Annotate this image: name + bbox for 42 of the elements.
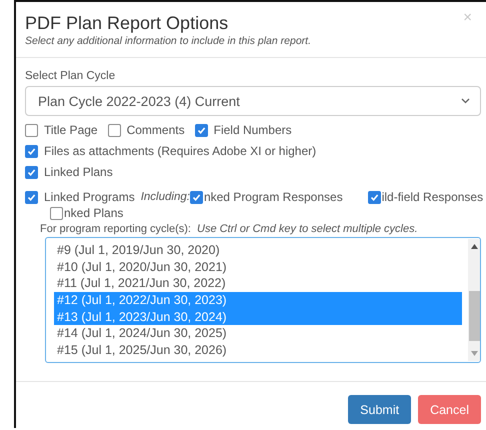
cycle-option[interactable]: #11 (Jul 1, 2021/Jun 30, 2022) <box>54 275 462 292</box>
submit-button[interactable]: Submit <box>348 395 412 424</box>
checkbox-label: Linked Programs <box>44 190 135 204</box>
checkbox[interactable] <box>368 190 381 204</box>
chevron-down-icon <box>461 98 470 104</box>
plan-cycle-select[interactable]: Plan Cycle 2022-2023 (4) Current <box>25 86 481 116</box>
checkbox[interactable] <box>25 144 38 158</box>
scroll-up-icon[interactable] <box>470 244 478 249</box>
checkmark-icon <box>192 192 201 202</box>
checkbox[interactable] <box>190 190 203 204</box>
checkbox[interactable] <box>108 124 121 136</box>
checkmark-icon <box>27 146 36 156</box>
including-note: Including: <box>140 191 190 203</box>
checkbox-label: Title Page <box>44 123 98 137</box>
checkmark-icon <box>27 168 36 176</box>
field-label: Select Plan Cycle <box>25 69 116 83</box>
checkbox-label: Files as attachments (Requires Adobe XI or higher) <box>44 144 316 158</box>
checkbox-label: Linked Plans <box>44 165 113 179</box>
cycles-hint: Use Ctrl or Cmd key to select multiple cycles. <box>197 222 418 236</box>
checkbox[interactable] <box>194 124 208 136</box>
checkbox[interactable] <box>50 206 63 220</box>
cycle-list[interactable] <box>45 237 481 363</box>
checkbox-label: Comments <box>126 123 185 137</box>
cycle-option[interactable]: #14 (Jul 1, 2024/Jun 30, 2025) <box>54 325 462 342</box>
scroll-down-icon[interactable] <box>470 351 478 356</box>
checkbox[interactable] <box>25 124 38 136</box>
checkmark-icon <box>27 192 36 202</box>
checkbox-label: nked Plans <box>64 206 124 220</box>
scrollbar-thumb[interactable] <box>468 291 480 341</box>
dialog-title: PDF Plan Report Options <box>25 12 228 34</box>
checkmark-icon <box>370 192 379 202</box>
checkbox[interactable] <box>25 166 38 178</box>
checkbox-label: Field Numbers <box>214 123 292 137</box>
checkbox-label: nked Program Responses <box>204 190 343 204</box>
checkbox-label: ild-field Responses <box>382 190 484 204</box>
checkbox[interactable] <box>25 190 38 204</box>
dialog-subtitle: Select any additional information to include in this plan report. <box>25 34 312 48</box>
cycles-label: For program reporting cycle(s): <box>40 222 191 236</box>
cycle-option[interactable]: #10 (Jul 1, 2020/Jun 30, 2021) <box>54 258 462 276</box>
cycle-option[interactable]: #9 (Jul 1, 2019/Jun 30, 2020) <box>54 242 462 259</box>
cycle-option[interactable]: #15 (Jul 1, 2025/Jun 30, 2026) <box>54 342 462 359</box>
checkmark-icon <box>196 126 206 134</box>
